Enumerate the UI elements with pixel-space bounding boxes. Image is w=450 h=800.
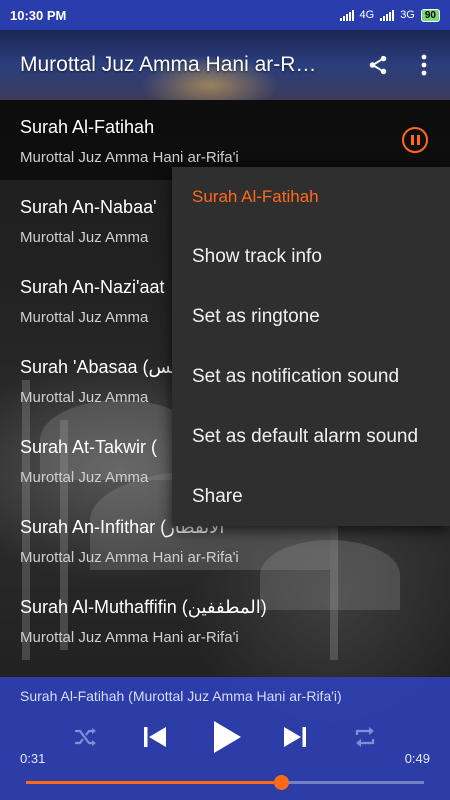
status-bar: 10:30 PM 4G 3G 90: [0, 0, 450, 30]
app-bar: Murottal Juz Amma Hani ar-Rifa'i: [0, 30, 450, 100]
skip-next-icon[interactable]: [280, 717, 310, 757]
shuffle-icon[interactable]: [70, 717, 100, 757]
track-title: Surah Al-Muthaffifin (المطففين): [20, 597, 267, 617]
battery-icon: 90: [420, 8, 440, 22]
menu-item-set-notification[interactable]: Set as notification sound: [172, 347, 450, 407]
track-subtitle: Murottal Juz Amma Hani ar-Rifa'i: [20, 149, 239, 166]
menu-item-set-alarm[interactable]: Set as default alarm sound: [172, 407, 450, 467]
menu-item-set-ringtone[interactable]: Set as ringtone: [172, 287, 450, 347]
track-title: Surah Al-Fatihah: [20, 117, 155, 137]
signal-icon: [339, 9, 354, 21]
track-subtitle: Murottal Juz Amma Hani ar-Rifa'i: [20, 549, 239, 566]
skip-previous-icon[interactable]: [140, 717, 170, 757]
seek-thumb[interactable]: [273, 775, 289, 790]
status-indicators: 4G 3G 90: [339, 8, 440, 22]
app-title: Murottal Juz Amma Hani ar-Rifa'i: [20, 53, 320, 76]
total-duration: 0:49: [404, 751, 430, 766]
repeat-icon[interactable]: [350, 717, 380, 757]
network-type-1: 4G: [359, 9, 375, 21]
track-item[interactable]: Surah Al-Muthaffifin (المطففين) Murottal…: [0, 580, 450, 660]
seek-bar[interactable]: [26, 775, 424, 790]
more-vert-icon[interactable]: [410, 51, 438, 79]
share-icon[interactable]: [364, 51, 392, 79]
pause-icon[interactable]: [402, 127, 428, 153]
elapsed-time: 0:31: [20, 751, 46, 766]
signal-icon-2: [380, 9, 395, 21]
player-bar: Surah Al-Fatihah (Murottal Juz Amma Hani…: [0, 677, 450, 800]
menu-header: Surah Al-Fatihah: [192, 187, 319, 206]
player-controls: [0, 717, 450, 757]
seek-progress: [26, 781, 281, 784]
now-playing-label: Surah Al-Fatihah (Murottal Juz Amma Hani…: [20, 688, 342, 704]
menu-item-show-track-info[interactable]: Show track info: [172, 227, 450, 287]
network-type-2: 3G: [400, 9, 415, 21]
track-subtitle: Murottal Juz Amma Hani ar-Rifa'i: [20, 629, 239, 646]
status-time: 10:30 PM: [10, 7, 67, 23]
menu-item-share[interactable]: Share: [172, 467, 450, 527]
play-icon[interactable]: [210, 717, 244, 757]
context-menu: Surah Al-Fatihah Show track info Set as …: [172, 167, 450, 526]
